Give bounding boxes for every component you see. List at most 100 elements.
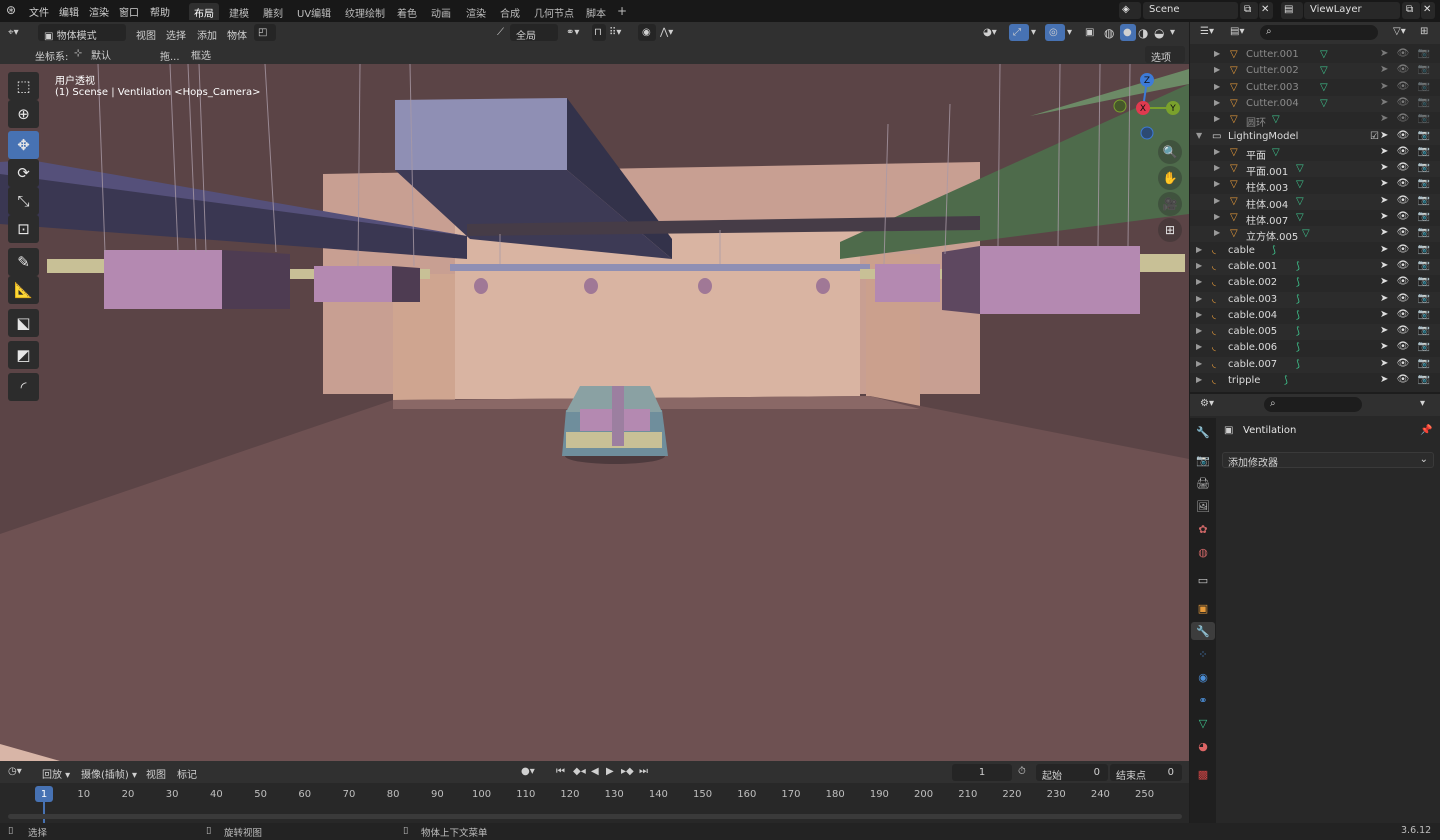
outliner-row[interactable]: ▶ ▽ 柱体.004 ▽ ➤ 👁 📷 [1190, 193, 1440, 211]
render-toggle-icon[interactable]: 📷 [1418, 48, 1430, 59]
world-tab-icon[interactable]: ◍ [1194, 543, 1212, 561]
options-dropdown[interactable]: 选项 [1145, 46, 1185, 64]
render-toggle-icon[interactable]: 📷 [1418, 97, 1430, 108]
snap-target-icon[interactable]: ⠿▾ [609, 24, 621, 41]
workspace-tab-geometry-nodes[interactable]: 几何节点 [529, 3, 579, 20]
visibility-toggle-icon[interactable]: 👁 [1397, 146, 1410, 157]
editor-type-icon[interactable]: ⌖▾ [8, 24, 19, 41]
outliner-row[interactable]: ▼ ▭ LightingModel ➤ 👁 📷 ☑ [1190, 128, 1440, 145]
select-toggle-icon[interactable]: ➤ [1380, 358, 1388, 369]
select-toggle-icon[interactable]: ➤ [1380, 81, 1388, 92]
pin-icon[interactable]: 📌 [1420, 425, 1432, 436]
cursor-tool[interactable]: ⊕ [8, 100, 39, 128]
current-frame-field[interactable]: 1 [952, 764, 1012, 781]
visibility-toggle-icon[interactable]: 👁 [1397, 260, 1410, 271]
transform-tool[interactable]: ⊡ [8, 215, 39, 243]
scale-tool[interactable]: ⤡ [8, 187, 39, 215]
select-toggle-icon[interactable]: ➤ [1380, 244, 1388, 255]
select-toggle-icon[interactable]: ➤ [1380, 48, 1388, 59]
visibility-toggle-icon[interactable]: 👁 [1397, 374, 1410, 385]
menu-window[interactable]: 窗口 [119, 4, 139, 19]
outliner-row[interactable]: ▶ ▽ Cutter.002 ▽ ➤ 👁 📷 [1190, 63, 1440, 80]
menu-file[interactable]: 文件 [29, 4, 49, 19]
visibility-toggle-icon[interactable]: 👁 [1397, 358, 1410, 369]
visibility-toggle-icon[interactable]: 👁 [1397, 130, 1410, 141]
extrude-tool[interactable]: ◩ [8, 341, 39, 369]
visibility-toggle-icon[interactable]: 👁 [1397, 81, 1410, 92]
add-modifier-dropdown[interactable]: 添加修改器 ⌄ [1222, 452, 1434, 469]
curve-data-icon[interactable]: ⟆ [1284, 375, 1288, 386]
expand-right-icon[interactable]: ▶ [1214, 163, 1220, 172]
mesh-data-icon[interactable]: ▽ [1296, 212, 1304, 223]
timeline-scrollbar[interactable] [8, 814, 1182, 819]
material-shading-icon[interactable]: ◑ [1138, 23, 1148, 40]
mesh-data-icon[interactable]: ▽ [1320, 65, 1328, 76]
menu-help[interactable]: 帮助 [150, 4, 170, 19]
next-keyframe-icon[interactable]: ▸◆ [621, 763, 634, 780]
expand-right-icon[interactable]: ▶ [1196, 359, 1202, 368]
expand-down-icon[interactable]: ▼ [1196, 131, 1202, 140]
render-toggle-icon[interactable]: 📷 [1418, 260, 1430, 271]
add-cube-tool[interactable]: ⬕ [8, 309, 39, 337]
render-toggle-icon[interactable]: 📷 [1418, 130, 1430, 141]
rotate-tool[interactable]: ⟳ [8, 159, 39, 187]
collection-tab-icon[interactable]: ▭ [1194, 571, 1212, 589]
outliner-row[interactable]: ▶ ◟ cable ⟆ ➤ 👁 📷 [1190, 243, 1440, 259]
outliner-row[interactable]: ▶ ▽ 平面 ▽ ➤ 👁 📷 [1190, 145, 1440, 162]
overlay-toggle-icon[interactable]: ◎ [1045, 24, 1065, 41]
expand-right-icon[interactable]: ▶ [1214, 212, 1220, 221]
workspace-tab-modeling[interactable]: 建模 [224, 3, 254, 20]
visibility-toggle-icon[interactable]: 👁 [1397, 244, 1410, 255]
render-toggle-icon[interactable]: 📷 [1418, 276, 1430, 287]
render-toggle-icon[interactable]: 📷 [1418, 293, 1430, 304]
expand-right-icon[interactable]: ▶ [1196, 326, 1202, 335]
expand-right-icon[interactable]: ▶ [1196, 245, 1202, 254]
properties-editor-icon[interactable]: ⚙▾ [1200, 398, 1214, 409]
select-toggle-icon[interactable]: ➤ [1380, 195, 1388, 206]
render-toggle-icon[interactable]: 📷 [1418, 244, 1430, 255]
camera-view-icon[interactable]: 🎥 [1158, 192, 1182, 216]
object-type-visibility-icon[interactable]: ◰ [254, 24, 276, 41]
outliner-row[interactable]: ▶ ▽ Cutter.003 ▽ ➤ 👁 📷 [1190, 80, 1440, 96]
delete-scene-icon[interactable]: ✕ [1259, 2, 1273, 19]
render-toggle-icon[interactable]: 📷 [1418, 309, 1430, 320]
visibility-toggle-icon[interactable]: 👁 [1397, 293, 1410, 304]
render-toggle-icon[interactable]: 📷 [1418, 341, 1430, 352]
menu-view[interactable]: 视图 [136, 24, 156, 42]
workspace-tab-texture-paint[interactable]: 纹理绘制 [340, 3, 390, 20]
select-toggle-icon[interactable]: ➤ [1380, 260, 1388, 271]
select-toggle-icon[interactable]: ➤ [1380, 113, 1388, 124]
outliner-row[interactable]: ▶ ◟ cable.002 ⟆ ➤ 👁 📷 [1190, 275, 1440, 291]
timeline-ruler[interactable]: 1 10 20 30 40 50 60 70 80 90 100 110 120 130 140 150 160… [0, 783, 1189, 823]
outliner-row[interactable]: ▶ ▽ 柱体.007 ▽ ➤ 👁 📷 [1190, 210, 1440, 227]
move-tool[interactable]: ✥ [8, 131, 39, 159]
curve-data-icon[interactable]: ⟆ [1296, 310, 1300, 321]
visibility-toggle-icon[interactable]: 👁 [1397, 325, 1410, 336]
outliner-row[interactable]: ▶ ▽ 立方体.005 ▽ ➤ 👁 📷 [1190, 226, 1440, 243]
expand-right-icon[interactable]: ▶ [1214, 65, 1220, 74]
select-toggle-icon[interactable]: ➤ [1380, 341, 1388, 352]
outliner-row[interactable]: ▶ ◟ tripple ⟆ ➤ 👁 📷 [1190, 373, 1440, 388]
outliner-row[interactable]: ▶ ▽ 柱体.003 ▽ ➤ 👁 📷 [1190, 177, 1440, 194]
menu-edit[interactable]: 编辑 [59, 4, 79, 19]
render-toggle-icon[interactable]: 📷 [1418, 374, 1430, 385]
render-toggle-icon[interactable]: 📷 [1418, 64, 1430, 75]
expand-right-icon[interactable]: ▶ [1214, 196, 1220, 205]
mesh-data-icon[interactable]: ▽ [1320, 82, 1328, 93]
outliner-editor-icon[interactable]: ☰▾ [1200, 26, 1214, 37]
outliner-search-input[interactable]: ⌕ [1260, 25, 1378, 40]
select-toggle-icon[interactable]: ➤ [1380, 130, 1388, 141]
mesh-data-icon[interactable]: ▽ [1302, 228, 1310, 239]
visibility-toggle-icon[interactable]: 👁 [1397, 178, 1410, 189]
play-icon[interactable]: ▶ [606, 763, 614, 780]
select-toggle-icon[interactable]: ➤ [1380, 309, 1388, 320]
data-tab-icon[interactable]: ▽ [1194, 714, 1212, 732]
filter-icon[interactable]: ▽▾ [1393, 26, 1406, 37]
mesh-data-icon[interactable]: ▽ [1296, 179, 1304, 190]
outliner-row[interactable]: ▶ ◟ cable.005 ⟆ ➤ 👁 📷 [1190, 324, 1440, 341]
snap-link-icon[interactable]: ⚭▾ [566, 24, 579, 41]
transform-pivot-icon[interactable]: ⟋ [497, 24, 504, 41]
outliner-row[interactable]: ▶ ◟ cable.001 ⟆ ➤ 👁 📷 [1190, 258, 1440, 275]
select-toggle-icon[interactable]: ➤ [1380, 293, 1388, 304]
expand-right-icon[interactable]: ▶ [1214, 82, 1220, 91]
